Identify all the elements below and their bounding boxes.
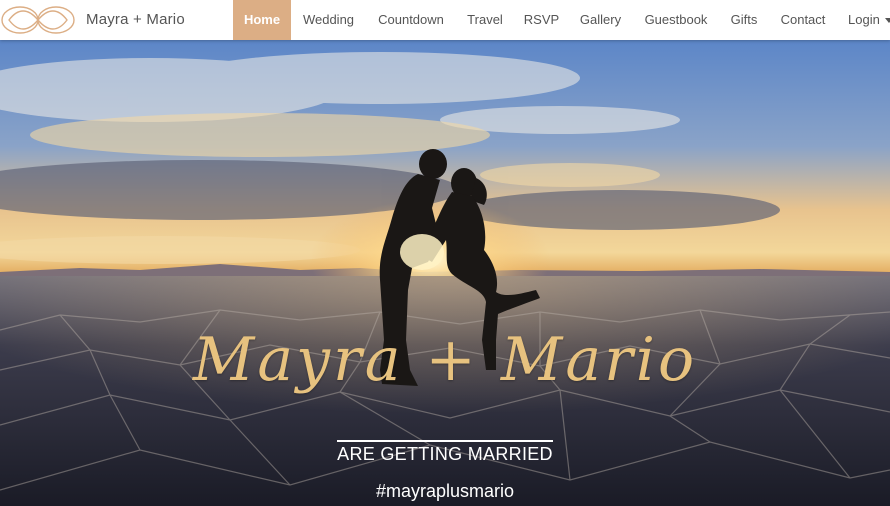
- nav-contact[interactable]: Contact: [768, 0, 838, 40]
- caret-down-icon: [884, 18, 890, 24]
- site-title[interactable]: Mayra + Mario: [86, 0, 185, 40]
- nav-wedding[interactable]: Wedding: [291, 0, 366, 40]
- nav-countdown[interactable]: Countdown: [366, 0, 456, 40]
- nav-home[interactable]: Home: [233, 0, 291, 40]
- nav-guestbook[interactable]: Guestbook: [632, 0, 720, 40]
- nav-rsvp[interactable]: RSVP: [514, 0, 569, 40]
- nav-gifts[interactable]: Gifts: [720, 0, 768, 40]
- navbar: Mayra + Mario Home Wedding Countdown Tra…: [0, 0, 890, 40]
- infinity-rings-icon[interactable]: [0, 4, 76, 36]
- hashtag: #mayraplusmario: [375, 481, 515, 501]
- nav-gallery[interactable]: Gallery: [569, 0, 632, 40]
- nav-travel[interactable]: Travel: [456, 0, 514, 40]
- hero-section: Mayra + Mario ARE GETTING MARRIED #mayra…: [0, 40, 890, 506]
- couple-names-script: Mayra + Mario: [192, 325, 698, 395]
- nav-login[interactable]: Login: [838, 0, 890, 40]
- tagline: ARE GETTING MARRIED: [337, 440, 553, 465]
- hero-photo: [0, 40, 890, 506]
